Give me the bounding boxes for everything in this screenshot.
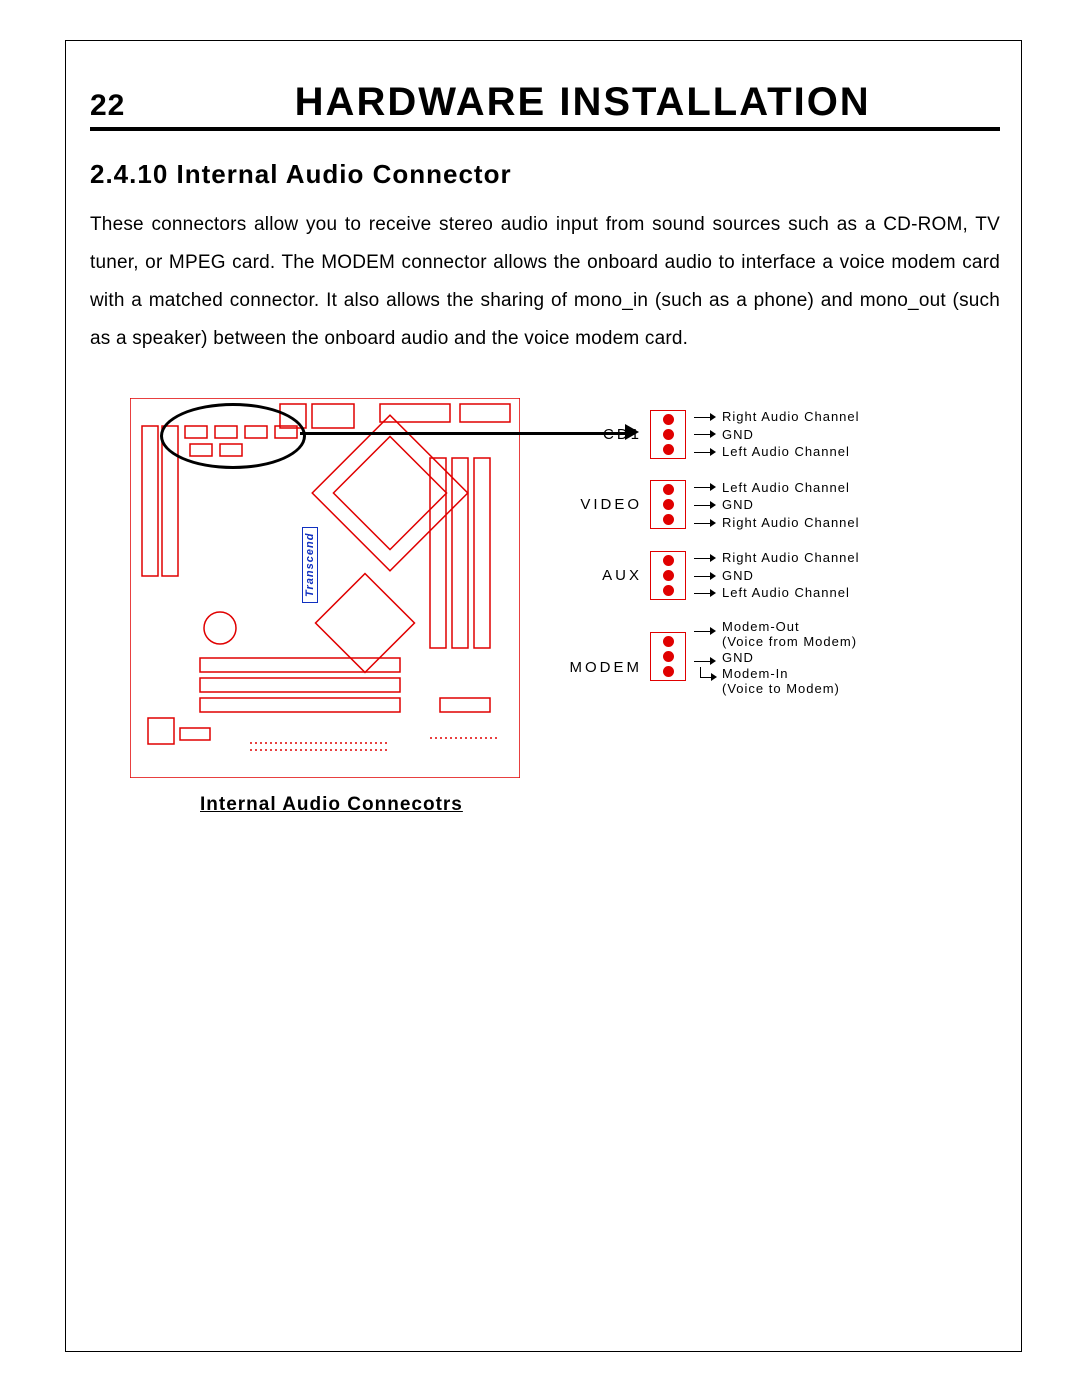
section-title: Internal Audio Connector bbox=[177, 159, 512, 189]
pin-labels: Modem-Out (Voice from Modem) GND Modem-I… bbox=[694, 620, 857, 697]
page-header: 22 HARDWARE INSTALLATION bbox=[90, 80, 1000, 131]
pin-header-icon bbox=[650, 632, 686, 681]
arrow-right-icon bbox=[694, 626, 718, 636]
connector-aux: AUX Right Audio Channel GND Left Audio C… bbox=[550, 549, 980, 602]
connector-name: AUX bbox=[550, 567, 642, 584]
section-number: 2.4.10 bbox=[90, 159, 168, 189]
arrow-right-icon bbox=[694, 429, 718, 439]
connector-name: VIDEO bbox=[550, 496, 642, 513]
connector-legend: CD1 Right Audio Channel GND Left Audio C… bbox=[550, 408, 980, 715]
figure-caption: Internal Audio Connecotrs bbox=[200, 794, 463, 816]
arrow-right-icon bbox=[694, 500, 718, 510]
pin-label: Modem-In bbox=[722, 666, 789, 681]
pin-header-icon bbox=[650, 480, 686, 529]
pin-header-icon bbox=[650, 410, 686, 459]
pin-label: Right Audio Channel bbox=[722, 549, 860, 567]
pin-label: Left Audio Channel bbox=[722, 443, 850, 461]
connector-video: VIDEO Left Audio Channel GND Right Audio… bbox=[550, 479, 980, 532]
pin-labels: Right Audio Channel GND Left Audio Chann… bbox=[694, 408, 860, 461]
pin-label: Right Audio Channel bbox=[722, 408, 860, 426]
arrow-right-icon bbox=[694, 447, 718, 457]
pin-label: (Voice from Modem) bbox=[722, 634, 857, 649]
page-number: 22 bbox=[90, 89, 125, 123]
pin-labels: Right Audio Channel GND Left Audio Chann… bbox=[694, 549, 860, 602]
arrow-right-icon bbox=[694, 656, 718, 666]
figure-diagram: Transcend CD1 Right Audio Channel GND Le… bbox=[90, 388, 990, 808]
pin-label: Modem-Out bbox=[722, 619, 800, 634]
connector-name: MODEM bbox=[550, 641, 642, 676]
callout-ellipse bbox=[160, 403, 306, 469]
arrow-right-icon bbox=[694, 518, 718, 528]
pin-label: Left Audio Channel bbox=[722, 584, 850, 602]
pin-label: Left Audio Channel bbox=[722, 479, 850, 497]
pin-header-icon bbox=[650, 551, 686, 600]
chapter-title: HARDWARE INSTALLATION bbox=[165, 80, 1000, 125]
arrow-right-icon bbox=[694, 588, 718, 598]
pin-label: GND bbox=[722, 567, 754, 585]
arrow-right-icon bbox=[694, 553, 718, 563]
connector-name: CD1 bbox=[550, 426, 642, 443]
section-heading: 2.4.10 Internal Audio Connector bbox=[90, 159, 1000, 190]
pin-label: GND bbox=[722, 650, 754, 667]
connector-cd1: CD1 Right Audio Channel GND Left Audio C… bbox=[550, 408, 980, 461]
arrow-right-icon bbox=[694, 482, 718, 492]
arrow-down-right-icon bbox=[694, 667, 718, 683]
pin-label: Right Audio Channel bbox=[722, 514, 860, 532]
pin-label: (Voice to Modem) bbox=[722, 681, 840, 696]
connector-modem: MODEM Modem-Out (Voice from Modem) GND bbox=[550, 620, 980, 697]
brand-label: Transcend bbox=[302, 527, 318, 603]
pin-label: GND bbox=[722, 426, 754, 444]
pin-labels: Left Audio Channel GND Right Audio Chann… bbox=[694, 479, 860, 532]
body-paragraph: These connectors allow you to receive st… bbox=[90, 206, 1000, 358]
arrow-right-icon bbox=[694, 412, 718, 422]
arrow-right-icon bbox=[694, 571, 718, 581]
pin-label: GND bbox=[722, 496, 754, 514]
page: 22 HARDWARE INSTALLATION 2.4.10 Internal… bbox=[0, 0, 1080, 1397]
